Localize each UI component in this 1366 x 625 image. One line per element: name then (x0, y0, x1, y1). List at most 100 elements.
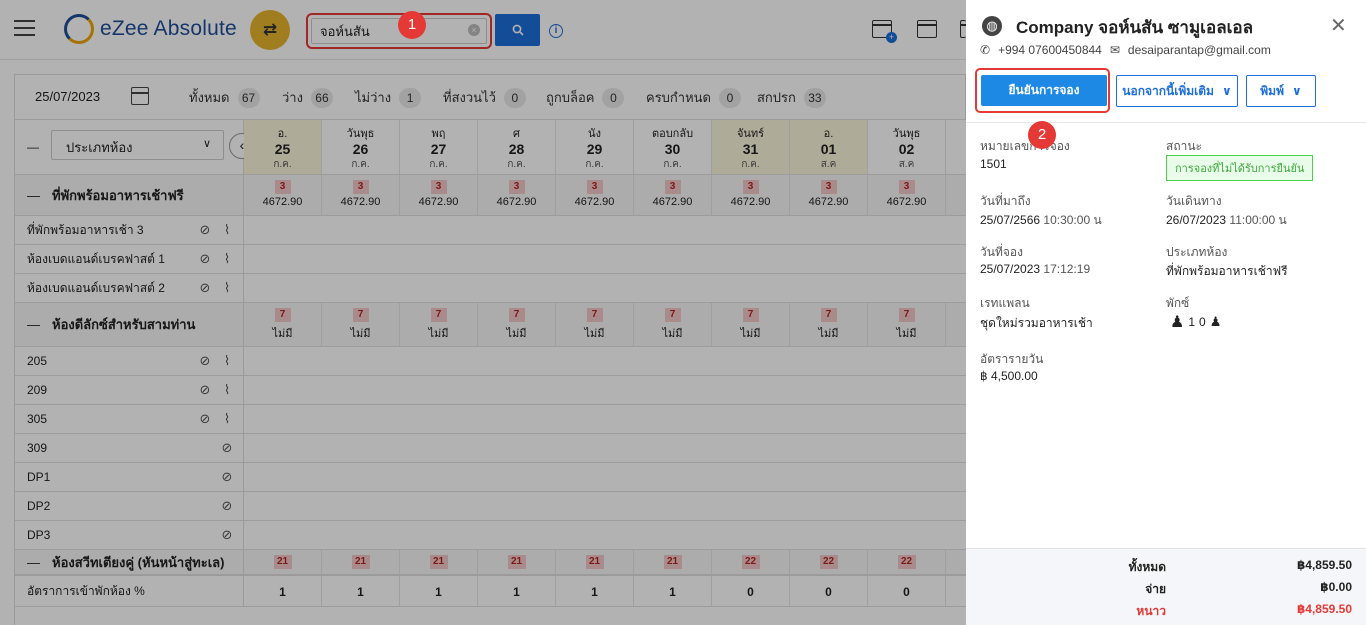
booking-label: วันที่จอง (980, 245, 1023, 259)
group-label[interactable]: — ที่พักพร้อมอาหารเช้าฟรี (15, 175, 244, 215)
arrival: 25/07/2566 10:30:00 น (980, 213, 1102, 227)
occupancy-cell: 1 (478, 576, 556, 606)
date-col: วันพุธ 26 ก.ค. (322, 120, 400, 174)
confirm-reservation-button[interactable]: ยืนยันการจอง (981, 75, 1107, 106)
room-label[interactable]: DP3 ⊘ (15, 521, 244, 549)
room-label[interactable]: 209 ⊘ ⌇ (15, 376, 244, 404)
date-col: ตอบกลับ 30 ก.ค. (634, 120, 712, 174)
no-smoking-icon: ⊘ (221, 498, 233, 513)
stat-due[interactable]: ครบกำหนด 0 (646, 87, 741, 108)
room-label[interactable]: ห้องเบดแอนด์เบรคฟาสต์ 2 ⊘ ⌇ (15, 274, 244, 302)
daily-rate-label: อัตรารายวัน (980, 352, 1044, 366)
balance-value: ฿4,859.50 (1296, 602, 1352, 616)
email[interactable]: desaiparantap@gmail.com (1128, 43, 1271, 57)
logo-text: eZee Absolute (100, 17, 237, 40)
avail-cell: 3 4672.90 (478, 175, 556, 215)
current-date[interactable]: 25/07/2023 (35, 89, 100, 104)
stat-dirty[interactable]: สกปรก 33 (757, 87, 826, 108)
more-button[interactable]: นอกจากนี้เพิ่มเติม ∨ (1116, 75, 1238, 107)
chevron-down-icon: ∨ (1221, 84, 1232, 98)
stat-available[interactable]: ว่าง 66 (282, 87, 333, 108)
group-label[interactable]: — ห้องดีลักซ์สำหรับสามท่าน (15, 303, 244, 346)
room-grid: — ประเภทห้อง ∨ ‹ อ. 25 ก.ค. วันพุธ 26 ก.ค. พฤ… (14, 120, 966, 625)
avail-cell: 3 4672.90 (868, 175, 946, 215)
date-col: จันทร์ 31 ก.ค. (712, 120, 790, 174)
avail-cell: 3 4672.90 (400, 175, 478, 215)
stat-reserved[interactable]: ที่สงวนไว้ 0 (443, 87, 526, 108)
no-smoking-icon: ⊘ (199, 382, 211, 397)
broom-icon: ⌇ (223, 280, 231, 295)
roomtype-select[interactable]: ประเภทห้อง ∨ (51, 130, 224, 160)
occupancy-cell: 1 (634, 576, 712, 606)
no-smoking-icon: ⊘ (221, 527, 233, 542)
room-row: ที่พักพร้อมอาหารเช้า 3 ⊘ ⌇ (15, 216, 966, 245)
total-label: ทั้งหมด (1128, 560, 1166, 574)
plus-icon: + (886, 32, 897, 43)
collapse-all-icon[interactable]: — (27, 140, 39, 154)
avail-cell: 7 ไม่มี (790, 303, 868, 346)
avail-cell: 21 (322, 550, 400, 574)
logo[interactable]: eZee Absolute (64, 14, 237, 44)
room-label[interactable]: 309 ⊘ (15, 434, 244, 462)
new-reservation-icon[interactable]: + (872, 20, 897, 43)
room-label[interactable]: ห้องเบดแอนด์เบรคฟาสต์ 1 ⊘ ⌇ (15, 245, 244, 273)
date-col: วันพุธ 02 ส.ค (868, 120, 946, 174)
avail-cell: 7 ไม่มี (478, 303, 556, 346)
stat-total[interactable]: ทั้งหมด 67 (189, 87, 260, 108)
no-smoking-icon: ⊘ (221, 469, 233, 484)
print-button[interactable]: พิมพ์ ∨ (1246, 75, 1316, 107)
phone-icon: ✆ (980, 43, 991, 57)
pax-label: พักซ์ (1166, 296, 1190, 310)
divider (966, 122, 1366, 123)
guest-name: Company จอห์นสัน ซามูเอลเอล (1016, 18, 1254, 37)
room-label[interactable]: 305 ⊘ ⌇ (15, 405, 244, 433)
collapse-icon[interactable]: — (27, 317, 40, 332)
occupancy-cell: 0 (868, 576, 946, 606)
calendar-check-icon[interactable] (917, 20, 937, 38)
step-marker-2: 2 (1028, 121, 1056, 149)
rateplan: ชุดใหม่รวมอาหารเช้า (980, 316, 1093, 330)
step-marker-1: 1 (398, 11, 426, 39)
avail-cell: 3 4672.90 (556, 175, 634, 215)
room-label[interactable]: ที่พักพร้อมอาหารเช้า 3 ⊘ ⌇ (15, 216, 244, 244)
stat-blocked[interactable]: ถูกบล็อค 0 (546, 87, 625, 108)
date-col: อ. 25 ก.ค. (244, 120, 322, 174)
stat-occupied[interactable]: ไม่ว่าง 1 (355, 87, 422, 108)
shuffle-icon[interactable]: ⇄ (250, 10, 290, 50)
occupancy-cell: 0 (712, 576, 790, 606)
room-row: DP1 ⊘ (15, 463, 966, 492)
top-bar: eZee Absolute ⇄ × i + (0, 0, 967, 60)
occupancy-cell: 0 (790, 576, 868, 606)
logo-mark (64, 14, 94, 44)
collapse-icon[interactable]: — (27, 555, 40, 570)
date-col: ศ 28 ก.ค. (478, 120, 556, 174)
calendar-icon[interactable] (131, 87, 149, 105)
date-col: นัง 29 ก.ค. (556, 120, 634, 174)
menu-icon[interactable] (14, 20, 35, 36)
room-label[interactable]: DP2 ⊘ (15, 492, 244, 520)
collapse-icon[interactable]: — (27, 188, 40, 203)
no-smoking-icon: ⊘ (199, 222, 211, 237)
status-badge: การจองที่ไม่ได้รับการยืนยัน (1166, 155, 1314, 181)
avail-cell: 7 ไม่มี (400, 303, 478, 346)
panel-footer: ทั้งหมด ฿4,859.50 จ่าย ฿0.00 หนาว ฿4,859… (966, 548, 1366, 625)
room-label[interactable]: DP1 ⊘ (15, 463, 244, 491)
arrival-label: วันที่มาถึง (980, 194, 1031, 208)
group-label[interactable]: — ห้องสวีทเตียงคู่ (หันหน้าสู่ทะเล) (15, 550, 244, 574)
total-value: ฿4,859.50 (1296, 558, 1352, 572)
broom-icon: ⌇ (223, 382, 231, 397)
no-smoking-icon: ⊘ (199, 251, 211, 266)
search-button[interactable] (495, 14, 540, 46)
avail-cell: 7 ไม่มี (634, 303, 712, 346)
close-icon[interactable]: ✕ (1330, 16, 1347, 36)
phone[interactable]: +994 07600450844 (998, 43, 1102, 57)
pax-count: ♟ 1 0 ♟ (1170, 314, 1222, 331)
res-no: 1501 (980, 157, 1007, 171)
avail-cell: 22 (790, 550, 868, 574)
clear-search-icon[interactable]: × (468, 24, 480, 36)
info-icon[interactable]: i (549, 24, 563, 38)
room-label[interactable]: 205 ⊘ ⌇ (15, 347, 244, 375)
avail-cell: 7 ไม่มี (556, 303, 634, 346)
broom-icon: ⌇ (223, 353, 231, 368)
roomtype-label: ประเภทห้อง (1166, 245, 1228, 259)
